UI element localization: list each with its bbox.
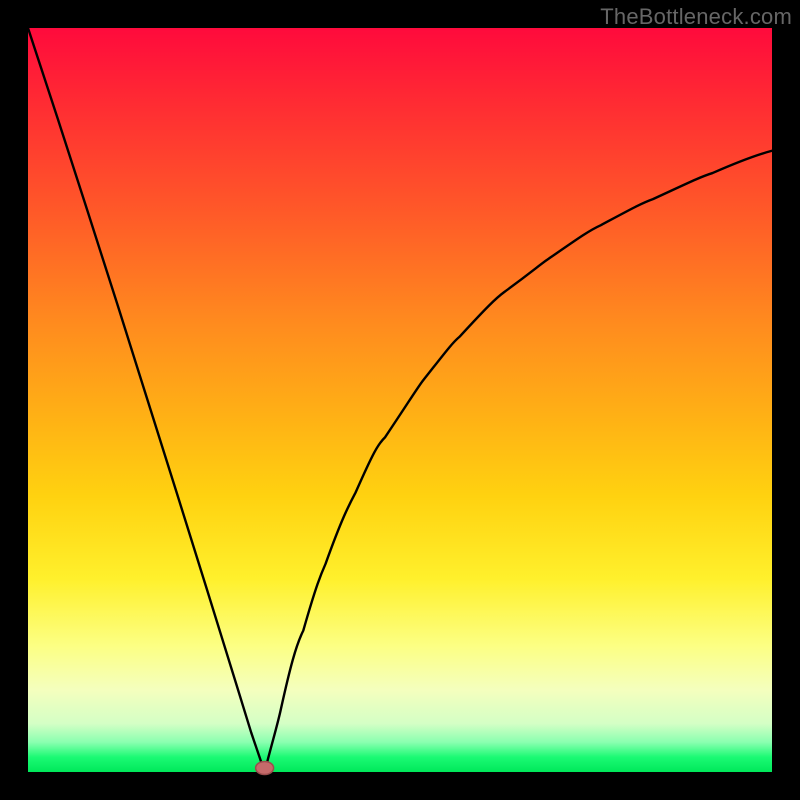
curve-left-branch — [28, 28, 265, 772]
watermark-text: TheBottleneck.com — [600, 4, 792, 30]
optimum-marker — [256, 762, 274, 775]
bottleneck-curve — [28, 28, 772, 772]
curve-right-branch — [265, 151, 772, 772]
curve-group — [28, 28, 772, 775]
chart-frame: TheBottleneck.com — [0, 0, 800, 800]
